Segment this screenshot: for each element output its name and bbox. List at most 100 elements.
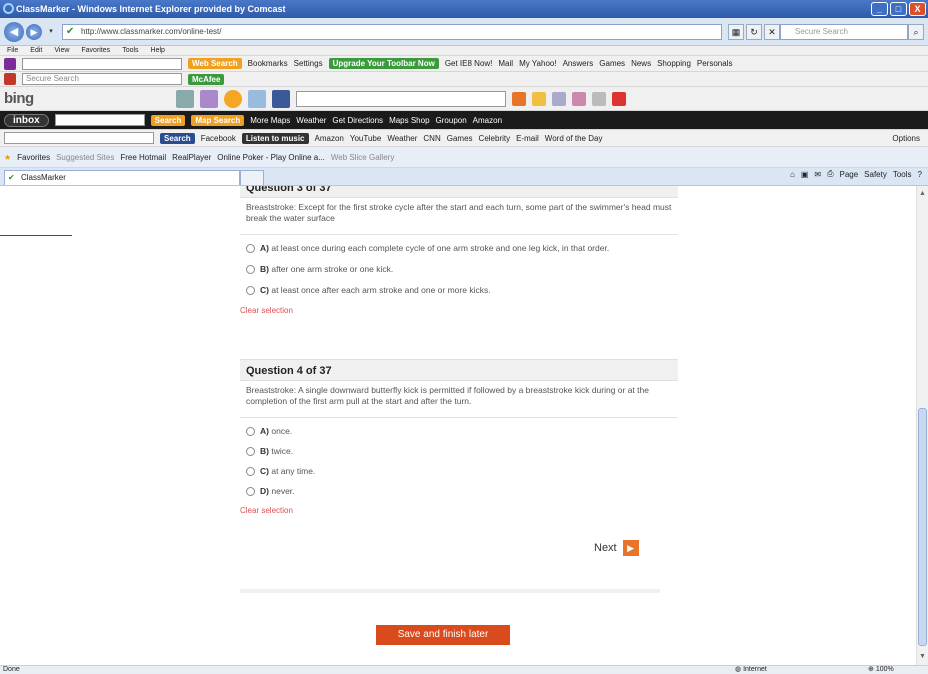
bing-icon-8[interactable] — [571, 91, 586, 106]
upgrade-toolbar-button[interactable]: Upgrade Your Toolbar Now — [328, 58, 439, 69]
page-scrollbar[interactable]: ▲ ▼ — [916, 186, 928, 665]
new-tab-button[interactable] — [240, 170, 264, 185]
map-search-button[interactable]: Map Search — [191, 114, 245, 126]
history-dropdown-icon[interactable]: ▾ — [45, 26, 57, 38]
question-3-option-c[interactable]: C) at least once after each arm stroke a… — [240, 285, 678, 296]
print-icon[interactable]: ⎙ — [827, 169, 833, 179]
help-icon[interactable]: ? — [918, 170, 922, 179]
personals-button[interactable]: Personals — [697, 59, 733, 68]
bing-search-input[interactable] — [295, 90, 506, 107]
suggested-sites-link[interactable]: Suggested Sites — [56, 153, 114, 162]
shopping-button[interactable]: Shopping — [657, 59, 691, 68]
inbox-search-button[interactable]: Search — [150, 114, 186, 126]
question-3-clear-selection[interactable]: Clear selection — [240, 306, 678, 315]
tools-menu[interactable]: Tools — [893, 170, 912, 179]
menu-help[interactable]: Help — [148, 47, 168, 54]
zoom-level[interactable]: ⊕ 100% — [868, 666, 894, 674]
options-button[interactable]: Options — [892, 134, 928, 143]
mail-icon[interactable]: ✉ — [814, 170, 821, 179]
page-menu[interactable]: Page — [839, 170, 858, 179]
bing-icon-7[interactable] — [551, 91, 566, 106]
radio-q3-c[interactable] — [246, 286, 255, 295]
celebrity-link[interactable]: Celebrity — [479, 134, 511, 143]
radio-q3-a[interactable] — [246, 244, 255, 253]
bookmarks-button[interactable]: Bookmarks — [248, 59, 288, 68]
toolbar-search-input[interactable] — [4, 132, 154, 144]
bing-app-icon-1[interactable] — [175, 89, 194, 108]
save-finish-later-button[interactable]: Save and finish later — [376, 625, 510, 645]
groupon-button[interactable]: Groupon — [436, 116, 467, 125]
refresh-icon[interactable]: ↻ — [746, 24, 762, 40]
search-icon[interactable]: ⌕ — [908, 24, 924, 40]
browser-search-input[interactable]: Secure Search — [780, 24, 908, 40]
bing-app-icon-4[interactable] — [247, 89, 266, 108]
minimize-button[interactable]: _ — [871, 2, 888, 16]
menu-file[interactable]: File — [4, 47, 21, 54]
my-yahoo-button[interactable]: My Yahoo! — [519, 59, 557, 68]
facebook-icon[interactable] — [271, 89, 290, 108]
bing-icon-5[interactable] — [511, 91, 526, 106]
mail-button[interactable]: Mail — [498, 59, 513, 68]
answers-button[interactable]: Answers — [563, 59, 594, 68]
back-icon[interactable]: ◀ — [4, 22, 24, 42]
question-4-option-d[interactable]: D) never. — [240, 486, 678, 497]
url-input[interactable]: ✔ http://www.classmarker.com/online-test… — [62, 24, 722, 40]
settings-button[interactable]: Settings — [294, 59, 323, 68]
inbox-search-input[interactable] — [54, 114, 145, 126]
more-maps-button[interactable]: More Maps — [250, 116, 290, 125]
free-hotmail-link[interactable]: Free Hotmail — [120, 153, 166, 162]
radio-q4-c[interactable] — [246, 467, 255, 476]
toolbar-search-button[interactable]: Search — [160, 132, 195, 144]
listen-music-button[interactable]: Listen to music — [241, 132, 309, 144]
safety-menu[interactable]: Safety — [864, 170, 887, 179]
bing-icon-6[interactable] — [531, 91, 546, 106]
games-link[interactable]: Games — [447, 134, 473, 143]
word-of-day-link[interactable]: Word of the Day — [545, 134, 603, 143]
cnn-link[interactable]: CNN — [423, 134, 440, 143]
question-4-clear-selection[interactable]: Clear selection — [240, 506, 678, 515]
scroll-thumb[interactable] — [918, 408, 927, 646]
question-4-option-b[interactable]: B) twice. — [240, 446, 678, 457]
compatibility-icon[interactable]: ▦ — [728, 24, 744, 40]
scroll-up-icon[interactable]: ▲ — [917, 190, 928, 202]
menu-favorites[interactable]: Favorites — [78, 47, 113, 54]
question-4-option-c[interactable]: C) at any time. — [240, 466, 678, 477]
forward-icon[interactable]: ▶ — [26, 24, 42, 40]
bing-icon-10[interactable] — [611, 91, 626, 106]
get-ie8-button[interactable]: Get IE8 Now! — [445, 59, 493, 68]
stop-icon[interactable]: ✕ — [764, 24, 780, 40]
bing-icon-9[interactable] — [591, 91, 606, 106]
news-button[interactable]: News — [631, 59, 651, 68]
yahoo-search-input[interactable] — [22, 57, 182, 70]
secure-search-input[interactable]: Secure Search — [22, 73, 182, 85]
scroll-down-icon[interactable]: ▼ — [917, 653, 928, 665]
radio-q4-b[interactable] — [246, 447, 255, 456]
feeds-icon[interactable]: ▣ — [801, 170, 809, 179]
tab-classmarker[interactable]: ✔ ClassMarker — [4, 170, 240, 185]
next-button[interactable]: Next ▶ — [594, 540, 639, 556]
youtube-link[interactable]: YouTube — [350, 134, 381, 143]
question-3-option-b[interactable]: B) after one arm stroke or one kick. — [240, 264, 678, 275]
get-directions-button[interactable]: Get Directions — [332, 116, 383, 125]
maps-shop-button[interactable]: Maps Shop — [389, 116, 429, 125]
home-icon[interactable]: ⌂ — [790, 170, 795, 179]
realplayer-link[interactable]: RealPlayer — [172, 153, 211, 162]
favorites-button[interactable]: Favorites — [17, 153, 50, 162]
radio-q4-a[interactable] — [246, 427, 255, 436]
question-4-option-a[interactable]: A) once. — [240, 426, 678, 437]
radio-q3-b[interactable] — [246, 265, 255, 274]
inbox-weather-button[interactable]: Weather — [296, 116, 326, 125]
menu-tools[interactable]: Tools — [119, 47, 141, 54]
bing-app-icon-2[interactable] — [199, 89, 218, 108]
close-button[interactable]: X — [909, 2, 926, 16]
email-link[interactable]: E-mail — [516, 134, 539, 143]
question-3-option-a[interactable]: A) at least once during each complete cy… — [240, 243, 678, 254]
games-button[interactable]: Games — [599, 59, 625, 68]
online-poker-link[interactable]: Online Poker - Play Online a... — [217, 153, 325, 162]
bing-app-icon-3[interactable] — [223, 89, 242, 108]
web-search-button[interactable]: Web Search — [188, 58, 242, 69]
radio-q4-d[interactable] — [246, 487, 255, 496]
amazon-link[interactable]: Amazon — [315, 134, 344, 143]
menu-view[interactable]: View — [51, 47, 72, 54]
mcafee-button[interactable]: McAfee — [188, 73, 225, 85]
